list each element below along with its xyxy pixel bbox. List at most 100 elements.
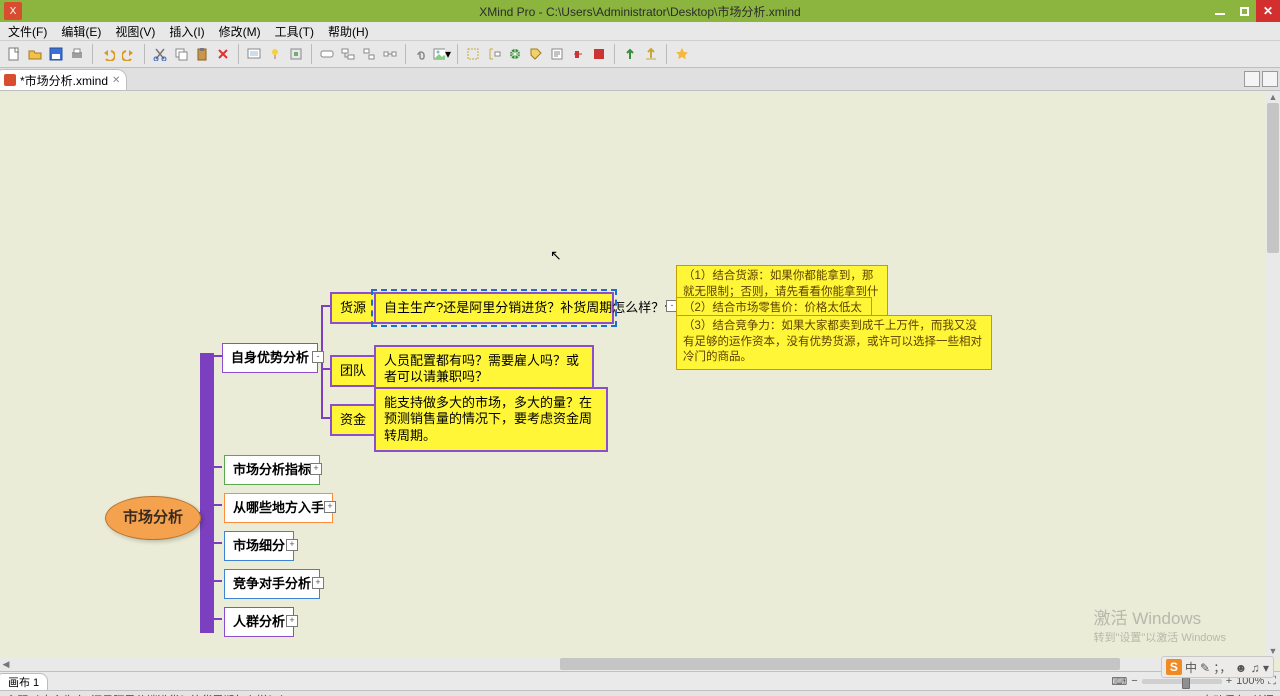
new-button[interactable] bbox=[4, 44, 24, 64]
share-button[interactable] bbox=[620, 44, 640, 64]
windows-activation-watermark: 激活 Windows 转到"设置"以激活 Windows bbox=[1094, 604, 1227, 645]
expand-toggle[interactable]: + bbox=[312, 577, 324, 589]
save-button[interactable] bbox=[46, 44, 66, 64]
image-button[interactable]: ▾ bbox=[432, 44, 452, 64]
toolbar-separator bbox=[92, 44, 93, 64]
delete-button[interactable] bbox=[213, 44, 233, 64]
vertical-scrollbar[interactable]: ▲ ▼ bbox=[1266, 91, 1280, 657]
node-self-analysis[interactable]: 自身优势分析 bbox=[222, 343, 318, 373]
node-source-detail[interactable]: 自主生产?还是阿里分销进货？补货周期怎么样？ bbox=[374, 292, 614, 324]
menu-help[interactable]: 帮助(H) bbox=[324, 22, 373, 41]
expand-toggle[interactable]: + bbox=[286, 615, 298, 627]
ime-indicator: ⌨ bbox=[1111, 675, 1127, 688]
menu-modify[interactable]: 修改(M) bbox=[215, 22, 265, 41]
audio-button[interactable] bbox=[568, 44, 588, 64]
canvas-area: 市场分析 自身优势分析 - 市场分析指标 + 从哪些地方入手 + 市场细分 + … bbox=[0, 91, 1280, 671]
node-label: 能支持做多大的市场，多大的量？在预测销售量的情况下，要考虑资金周转周期。 bbox=[384, 395, 592, 443]
expand-toggle[interactable]: + bbox=[310, 463, 322, 475]
summary-button[interactable] bbox=[484, 44, 504, 64]
sheet-tab[interactable]: 画布 1 bbox=[0, 673, 48, 690]
root-node[interactable]: 市场分析 bbox=[105, 496, 201, 540]
ime-logo-icon: S bbox=[1166, 659, 1182, 675]
cut-button[interactable] bbox=[150, 44, 170, 64]
node-label: 人员配置都有吗？需要雇人吗？或者可以请兼职吗？ bbox=[384, 353, 579, 384]
drilldown-button[interactable] bbox=[286, 44, 306, 64]
toolbar-separator bbox=[238, 44, 239, 64]
vscroll-thumb[interactable] bbox=[1267, 103, 1279, 253]
attachment-button[interactable] bbox=[411, 44, 431, 64]
menu-insert[interactable]: 插入(I) bbox=[165, 22, 208, 41]
node-competitor[interactable]: 竞争对手分析 bbox=[224, 569, 320, 599]
node-label: 市场分析指标 bbox=[233, 462, 311, 477]
node-source[interactable]: 货源 bbox=[330, 292, 376, 324]
menu-file[interactable]: 文件(F) bbox=[4, 22, 51, 41]
collapse-toggle[interactable]: - bbox=[312, 351, 324, 363]
document-tab[interactable]: *市场分析.xmind ✕ bbox=[0, 69, 127, 90]
node-fund[interactable]: 资金 bbox=[330, 404, 376, 436]
root-label: 市场分析 bbox=[123, 509, 183, 528]
document-tab-label: *市场分析.xmind bbox=[20, 72, 108, 89]
document-tab-close-icon[interactable]: ✕ bbox=[112, 75, 120, 86]
node-label: 货源 bbox=[340, 300, 366, 315]
hscroll-thumb[interactable] bbox=[560, 658, 1120, 670]
node-fund-detail[interactable]: 能支持做多大的市场，多大的量？在预测销售量的情况下，要考虑资金周转周期。 bbox=[374, 387, 608, 452]
expand-toggle[interactable]: + bbox=[324, 501, 336, 513]
app-icon: X bbox=[4, 2, 22, 20]
node-label: 市场细分 bbox=[233, 538, 285, 553]
horizontal-scrollbar[interactable]: ◀ ▶ bbox=[0, 657, 1266, 671]
note-3[interactable]: （3）结合竞争力：如果大家都卖到成千上万件，而我又没有足够的运作资本，没有优势货… bbox=[676, 315, 992, 370]
redo-button[interactable] bbox=[119, 44, 139, 64]
node-team[interactable]: 团队 bbox=[330, 355, 376, 387]
upload-button[interactable] bbox=[641, 44, 661, 64]
brainstorm-button[interactable] bbox=[265, 44, 285, 64]
pro-button[interactable] bbox=[672, 44, 692, 64]
menu-view[interactable]: 视图(V) bbox=[111, 22, 159, 41]
subtopic-button[interactable] bbox=[338, 44, 358, 64]
expand-toggle[interactable]: + bbox=[286, 539, 298, 551]
open-button[interactable] bbox=[25, 44, 45, 64]
document-icon bbox=[4, 74, 16, 86]
scroll-up-icon[interactable]: ▲ bbox=[1266, 91, 1280, 103]
hyperlink-button[interactable] bbox=[505, 44, 525, 64]
window-close-button[interactable] bbox=[1256, 0, 1280, 22]
undo-button[interactable] bbox=[98, 44, 118, 64]
node-market-metrics[interactable]: 市场分析指标 bbox=[224, 455, 320, 485]
mindmap-canvas[interactable]: 市场分析 自身优势分析 - 市场分析指标 + 从哪些地方入手 + 市场细分 + … bbox=[0, 91, 1266, 657]
sheet-bar: 画布 1 ⌨ − + 100% ⛶ S 中 ✎ ；， ☻ ♫ ▾ bbox=[0, 671, 1280, 690]
window-maximize-button[interactable] bbox=[1232, 0, 1256, 22]
view-minimize-icon[interactable] bbox=[1244, 71, 1260, 87]
menubar: 文件(F) 编辑(E) 视图(V) 插入(I) 修改(M) 工具(T) 帮助(H… bbox=[0, 22, 1280, 41]
presentation-button[interactable] bbox=[244, 44, 264, 64]
relationship-button[interactable] bbox=[380, 44, 400, 64]
copy-button[interactable] bbox=[171, 44, 191, 64]
floating-button[interactable] bbox=[359, 44, 379, 64]
toolbar-separator bbox=[144, 44, 145, 64]
ime-buttons[interactable]: ✎ ；， ☻ ♫ ▾ bbox=[1200, 659, 1269, 676]
window-minimize-button[interactable] bbox=[1208, 0, 1232, 22]
node-label: 竞争对手分析 bbox=[233, 576, 311, 591]
print-button[interactable] bbox=[67, 44, 87, 64]
menu-edit[interactable]: 编辑(E) bbox=[57, 22, 105, 41]
toolbar-separator bbox=[457, 44, 458, 64]
topic-button[interactable] bbox=[317, 44, 337, 64]
menu-tools[interactable]: 工具(T) bbox=[271, 22, 318, 41]
paste-button[interactable] bbox=[192, 44, 212, 64]
node-label: 自主生产?还是阿里分销进货？补货周期怎么样？ bbox=[384, 300, 664, 315]
boundary-button[interactable] bbox=[463, 44, 483, 64]
node-market-segment[interactable]: 市场细分 bbox=[224, 531, 294, 561]
node-label: 从哪些地方入手 bbox=[233, 500, 324, 515]
node-crowd[interactable]: 人群分析 bbox=[224, 607, 294, 637]
ime-toolbar[interactable]: S 中 ✎ ；， ☻ ♫ ▾ bbox=[1161, 656, 1274, 678]
view-maximize-icon[interactable] bbox=[1262, 71, 1278, 87]
ime-mode-label[interactable]: 中 bbox=[1185, 659, 1197, 676]
scroll-left-icon[interactable]: ◀ bbox=[0, 657, 12, 671]
zoom-out-icon[interactable]: − bbox=[1131, 675, 1137, 687]
notes-button[interactable] bbox=[547, 44, 567, 64]
node-label: 人群分析 bbox=[233, 614, 285, 629]
zoom-slider[interactable] bbox=[1142, 679, 1222, 684]
node-where-start[interactable]: 从哪些地方入手 bbox=[224, 493, 333, 523]
label-button[interactable] bbox=[526, 44, 546, 64]
window-title: XMind Pro - C:\Users\Administrator\Deskt… bbox=[479, 3, 800, 20]
node-label: 资金 bbox=[340, 412, 366, 427]
task-button[interactable] bbox=[589, 44, 609, 64]
